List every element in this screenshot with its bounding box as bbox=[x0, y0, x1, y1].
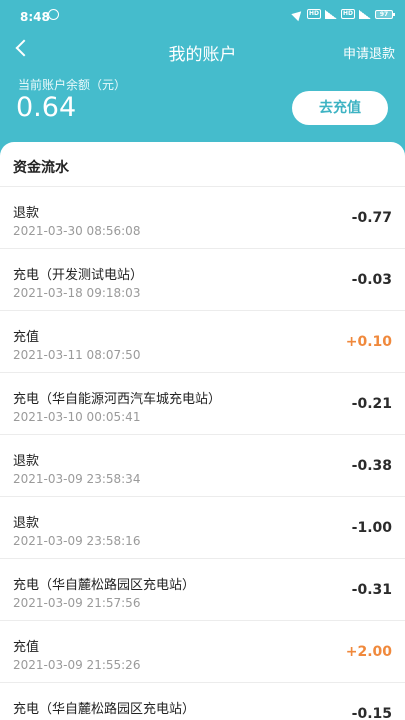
battery-level: 97 bbox=[379, 10, 389, 18]
transaction-amount: +2.00 bbox=[345, 644, 392, 660]
transaction-type: 充电（华自麓松路园区充电站） bbox=[13, 578, 196, 593]
transaction-time: 2021-03-09 21:57:56 bbox=[13, 596, 141, 610]
list-item[interactable]: 充值 2021-03-09 21:55:26 +2.00 bbox=[0, 620, 405, 682]
transaction-type: 充值 bbox=[13, 330, 40, 345]
signal-icon bbox=[324, 9, 337, 19]
balance-label: 当前账户余额（元） bbox=[18, 78, 127, 92]
transaction-time: 2021-03-10 00:05:41 bbox=[13, 410, 141, 424]
battery-icon: 97 bbox=[375, 9, 395, 19]
status-icons: HD HD 97 bbox=[291, 7, 395, 21]
transaction-amount: -1.00 bbox=[351, 520, 392, 536]
fund-flow-title: 资金流水 bbox=[13, 160, 69, 176]
transaction-type: 充电（华自麓松路园区充电站） bbox=[13, 702, 196, 717]
account-screen: 8:48 HD HD 97 我的账户 申请退款 当前账户余额（元） 0.64 去… bbox=[0, 0, 405, 720]
transaction-amount: +0.10 bbox=[345, 334, 392, 350]
transaction-type: 充值 bbox=[13, 640, 40, 655]
fund-flow-card: 资金流水 退款 2021-03-30 08:56:08 -0.77 充电（开发测试电站… bbox=[0, 142, 405, 720]
apply-refund-link[interactable]: 申请退款 bbox=[343, 43, 395, 62]
transaction-time: 2021-03-18 09:18:03 bbox=[13, 286, 141, 300]
transaction-amount: -0.03 bbox=[351, 272, 392, 288]
transaction-type: 退款 bbox=[13, 516, 40, 531]
transaction-type: 充电（开发测试电站） bbox=[13, 268, 144, 283]
list-item[interactable]: 充电（华自麓松路园区充电站） 2021-03-09 21:57:56 -0.31 bbox=[0, 558, 405, 620]
hd-icon: HD bbox=[306, 9, 321, 19]
list-item[interactable]: 充电（开发测试电站） 2021-03-18 09:18:03 -0.03 bbox=[0, 248, 405, 310]
signal-icon bbox=[359, 9, 371, 19]
transaction-amount: -0.31 bbox=[351, 582, 392, 598]
transaction-type: 退款 bbox=[13, 206, 40, 221]
transaction-time: 2021-03-09 21:55:26 bbox=[13, 658, 141, 672]
recharge-button[interactable]: 去充值 bbox=[292, 91, 388, 125]
balance-value: 0.64 bbox=[16, 92, 77, 123]
transaction-type: 退款 bbox=[13, 454, 40, 469]
nav-bar: 我的账户 申请退款 bbox=[0, 34, 405, 70]
list-item[interactable]: 退款 2021-03-09 23:58:34 -0.38 bbox=[0, 434, 405, 496]
list-item[interactable]: 充电（华自能源河西汽车城充电站） 2021-03-10 00:05:41 -0.21 bbox=[0, 372, 405, 434]
list-item[interactable]: 充电（华自麓松路园区充电站） -0.15 bbox=[0, 682, 405, 720]
fund-flow-list: 退款 2021-03-30 08:56:08 -0.77 充电（开发测试电站） 2021… bbox=[0, 186, 405, 720]
alarm-icon bbox=[48, 9, 59, 20]
hd-icon: HD bbox=[340, 9, 355, 19]
list-item[interactable]: 充值 2021-03-11 08:07:50 +0.10 bbox=[0, 310, 405, 372]
transaction-amount: -0.38 bbox=[351, 458, 392, 474]
transaction-amount: -0.15 bbox=[351, 706, 392, 720]
status-bar: 8:48 HD HD 97 bbox=[0, 0, 405, 34]
transaction-amount: -0.77 bbox=[351, 210, 392, 226]
transaction-time: 2021-03-30 08:56:08 bbox=[13, 224, 141, 238]
transaction-amount: -0.21 bbox=[351, 396, 392, 412]
location-icon bbox=[291, 7, 305, 21]
transaction-time: 2021-03-11 08:07:50 bbox=[13, 348, 141, 362]
status-time: 8:48 bbox=[20, 10, 50, 24]
list-item[interactable]: 退款 2021-03-30 08:56:08 -0.77 bbox=[0, 186, 405, 248]
transaction-time: 2021-03-09 23:58:34 bbox=[13, 472, 141, 486]
transaction-time: 2021-03-09 23:58:16 bbox=[13, 534, 141, 548]
list-item[interactable]: 退款 2021-03-09 23:58:16 -1.00 bbox=[0, 496, 405, 558]
transaction-type: 充电（华自能源河西汽车城充电站） bbox=[13, 392, 222, 407]
